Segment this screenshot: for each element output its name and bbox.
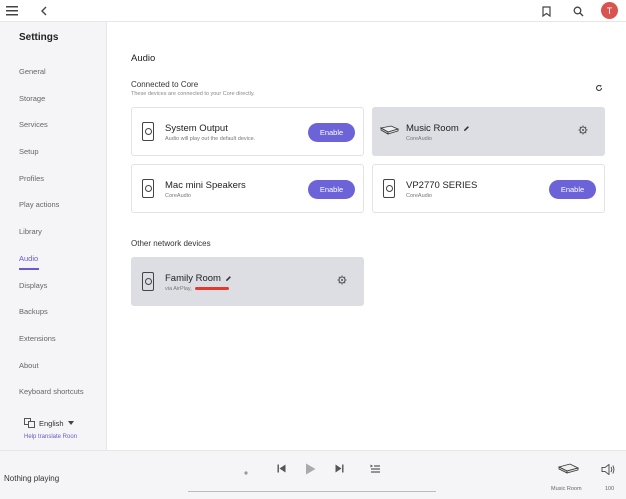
sidebar-item-storage[interactable]: Storage	[19, 94, 45, 103]
connected-subtitle: These devices are connected to your Core…	[131, 91, 255, 97]
enable-button[interactable]: Enable	[308, 180, 355, 199]
translate-icon	[24, 418, 35, 428]
language-label: English	[39, 418, 64, 428]
avatar[interactable]: T	[601, 2, 618, 19]
device-name: Music Room	[406, 123, 470, 134]
speaker-icon	[142, 122, 154, 141]
sidebar-item-extensions[interactable]: Extensions	[19, 334, 56, 343]
connected-heading: Connected to Core	[131, 80, 199, 89]
sidebar-item-audio[interactable]: Audio	[19, 254, 38, 263]
refresh-icon[interactable]	[595, 84, 603, 94]
now-playing-text: Nothing playing	[4, 474, 60, 483]
device-desc: CoreAudio	[406, 193, 432, 199]
active-indicator	[19, 268, 39, 270]
next-track-icon[interactable]	[335, 464, 344, 476]
sidebar-item-general[interactable]: General	[19, 67, 46, 76]
device-card-mac-mini-speakers: Mac mini Speakers CoreAudio Enable	[131, 164, 364, 213]
speaker-icon	[142, 272, 154, 291]
volume-level: 100	[605, 486, 615, 492]
device-name: VP2770 SERIES	[406, 180, 478, 191]
redaction-mark	[194, 287, 229, 291]
search-icon[interactable]	[570, 3, 586, 19]
sidebar-item-play-actions[interactable]: Play actions	[19, 200, 59, 209]
gear-icon[interactable]	[578, 125, 588, 138]
device-card-music-room[interactable]: Music Room CoreAudio	[372, 107, 605, 156]
device-name: System Output	[165, 123, 228, 134]
caret-down-icon	[67, 421, 74, 425]
sidebar-title: Settings	[19, 32, 59, 43]
device-desc-text: via AirPlay,	[165, 286, 192, 292]
device-desc: via AirPlay,	[165, 286, 229, 292]
hamburger-icon[interactable]	[4, 3, 20, 19]
sidebar-item-services[interactable]: Services	[19, 120, 48, 129]
seek-bar[interactable]	[188, 491, 436, 492]
mac-mini-icon	[379, 125, 399, 135]
mac-mini-zone-icon[interactable]	[557, 462, 579, 476]
device-desc: CoreAudio	[165, 193, 191, 199]
sidebar-item-profiles[interactable]: Profiles	[19, 174, 44, 183]
device-name: Mac mini Speakers	[165, 180, 246, 191]
pencil-icon[interactable]	[225, 275, 232, 282]
player-bar: Nothing playing Music Room 100	[0, 450, 626, 499]
queue-icon[interactable]	[370, 464, 380, 476]
sidebar-item-backups[interactable]: Backups	[19, 307, 48, 316]
device-card-family-room[interactable]: Family Room via AirPlay,	[131, 257, 364, 306]
help-translate-link[interactable]: Help translate Roon	[24, 434, 77, 440]
enable-button[interactable]: Enable	[549, 180, 596, 199]
previous-track-icon[interactable]	[277, 464, 286, 476]
sidebar-item-setup[interactable]: Setup	[19, 147, 39, 156]
pencil-icon[interactable]	[463, 125, 470, 132]
enable-button[interactable]: Enable	[308, 123, 355, 142]
dot-icon	[244, 467, 248, 478]
sidebar: Settings General Storage Services Setup …	[0, 22, 107, 450]
device-card-system-output: System Output Audio will play out the de…	[131, 107, 364, 156]
device-name: Family Room	[165, 273, 232, 284]
language-selector[interactable]: English	[24, 418, 74, 428]
page-title: Audio	[131, 53, 156, 64]
sidebar-item-library[interactable]: Library	[19, 227, 42, 236]
speaker-icon	[383, 179, 395, 198]
device-name-text: Family Room	[165, 273, 221, 284]
speaker-icon	[142, 179, 154, 198]
top-bar: T	[0, 0, 626, 22]
play-icon[interactable]	[305, 463, 316, 478]
device-desc: CoreAudio	[406, 136, 432, 142]
zone-name[interactable]: Music Room	[551, 486, 582, 492]
device-card-vp2770: VP2770 SERIES CoreAudio Enable	[372, 164, 605, 213]
chevron-left-icon[interactable]	[36, 3, 52, 19]
sidebar-item-about[interactable]: About	[19, 361, 39, 370]
device-desc: Audio will play out the default device.	[165, 136, 256, 142]
volume-icon[interactable]	[601, 463, 615, 478]
sidebar-item-keyboard-shortcuts[interactable]: Keyboard shortcuts	[19, 387, 84, 396]
other-devices-heading: Other network devices	[131, 239, 211, 248]
device-name-text: Music Room	[406, 123, 459, 134]
sidebar-item-displays[interactable]: Displays	[19, 281, 47, 290]
gear-icon[interactable]	[337, 275, 347, 288]
bookmark-icon[interactable]	[538, 3, 554, 19]
main-content: Audio Connected to Core These devices ar…	[107, 22, 626, 450]
